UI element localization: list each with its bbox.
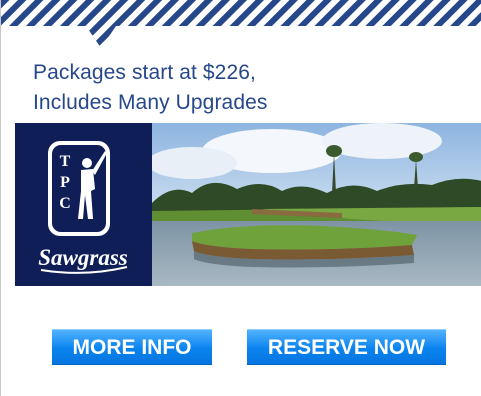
logo-sawgrass-script: Sawgrass	[38, 245, 128, 270]
logo-letter-t: T	[60, 153, 71, 170]
logo-letter-p: P	[60, 174, 70, 191]
tpc-sawgrass-logo: T P C Sawgrass	[38, 141, 128, 274]
tpc-sawgrass-logo-panel: T P C Sawgrass	[15, 123, 152, 286]
headline-line-price: Packages start at $226,	[33, 61, 256, 84]
headline-line-upgrades: Includes Many Upgrades	[33, 91, 268, 114]
golf-course-photo	[152, 123, 481, 286]
logo-letter-c: C	[59, 195, 71, 212]
reserve-now-button[interactable]: RESERVE NOW	[247, 329, 446, 365]
promo-headline: Packages start at $226, Includes Many Up…	[33, 58, 463, 118]
hero-banner[interactable]: T P C Sawgrass	[15, 123, 481, 286]
diagonal-stripe-banner	[1, 0, 481, 48]
more-info-button[interactable]: MORE INFO	[52, 329, 212, 365]
golf-package-ad: Packages start at $226, Includes Many Up…	[0, 0, 481, 396]
